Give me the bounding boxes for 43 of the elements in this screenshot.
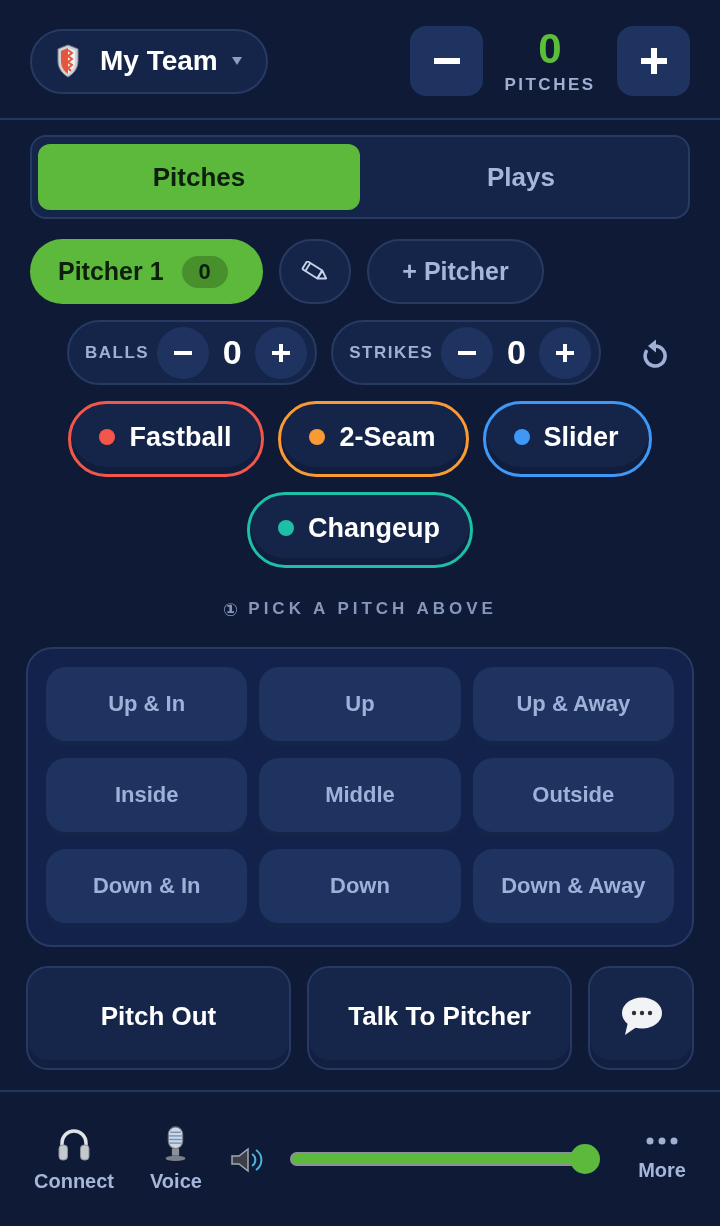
speech-bubble-icon [619,996,663,1036]
shield-icon [56,44,80,78]
pitcher-chip[interactable]: Pitcher 1 0 [30,239,263,304]
nav-button[interactable]: Voice [150,1125,202,1193]
counter-label: BALLS [85,342,150,363]
count-badge: 0 [181,255,228,288]
tab[interactable]: Plays [360,144,682,210]
increment-button[interactable] [617,26,690,96]
increment-button[interactable] [539,326,592,379]
pitch-count-label: PITCHES [504,75,596,95]
pitch-type-chip[interactable]: Changeup [247,492,473,568]
tab[interactable]: Pitches [38,144,360,210]
pitch-type-chip[interactable]: Fastball [68,401,265,477]
minus-icon [433,58,460,64]
counter-value: 0 [505,333,527,372]
nav-button[interactable]: Connect [34,1125,114,1193]
increment-button[interactable] [255,326,308,379]
chat-button[interactable] [588,966,694,1070]
counter-label: STRIKES [349,342,434,363]
minus-icon [174,350,193,355]
pitch-count: 0 [538,27,562,71]
plus-icon [640,48,667,74]
pitch-type-chip[interactable]: Slider [482,401,652,477]
more-button[interactable]: More [638,1136,686,1182]
add-pitcher-button[interactable]: + Pitcher [367,239,544,304]
minus-icon [458,350,477,355]
caret-icon [231,57,242,65]
action-button[interactable]: Talk To Pitcher [307,966,572,1070]
counter-value: 0 [221,333,243,372]
pitch-type-chip[interactable]: 2-Seam [278,401,469,477]
ellipsis-icon [646,1136,679,1145]
volume-slider[interactable] [289,1144,600,1174]
plus-icon [272,343,291,362]
reset-button[interactable] [641,337,670,368]
pencil-icon [300,261,330,282]
plus-icon [556,343,575,362]
reset-icon [641,337,670,368]
action-button[interactable]: Pitch Out [26,966,291,1070]
hint-text: PICK A PITCH ABOVE [248,599,497,619]
slider-thumb[interactable] [569,1144,600,1174]
team-selector[interactable]: My Team [30,28,268,94]
decrement-button[interactable] [410,26,483,96]
step-number: ① [223,598,239,620]
